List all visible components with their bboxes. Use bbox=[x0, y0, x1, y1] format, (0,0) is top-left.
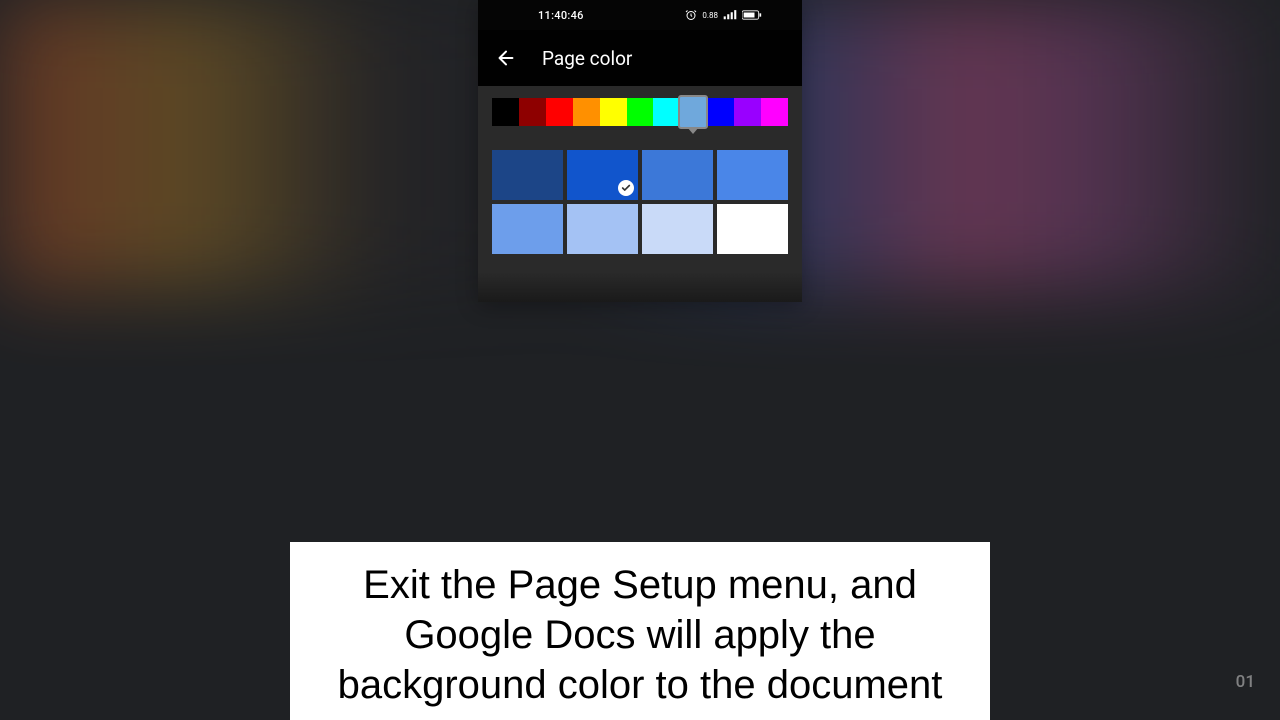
battery-icon bbox=[742, 10, 762, 20]
shade-swatch[interactable] bbox=[492, 204, 563, 254]
network-text: 0.88 bbox=[702, 11, 718, 20]
color-strip-swatch[interactable] bbox=[734, 98, 761, 126]
color-strip-swatch[interactable] bbox=[573, 98, 600, 126]
shade-swatch[interactable] bbox=[642, 204, 713, 254]
status-bar: 11:40:46 0.88 bbox=[478, 0, 802, 30]
color-strip-swatch[interactable] bbox=[546, 98, 573, 126]
color-picker bbox=[478, 86, 802, 272]
color-strip-swatch[interactable] bbox=[653, 98, 680, 126]
back-button[interactable] bbox=[494, 46, 518, 70]
checkmark-icon bbox=[618, 180, 634, 196]
shade-swatch[interactable] bbox=[717, 204, 788, 254]
status-indicators: 0.88 bbox=[685, 9, 762, 21]
app-bar: Page color bbox=[478, 30, 802, 86]
color-strip-swatch[interactable] bbox=[519, 98, 546, 126]
color-strip-swatch[interactable] bbox=[707, 98, 734, 126]
caption-text: Exit the Page Setup menu, and Google Doc… bbox=[318, 560, 962, 710]
panel-fade bbox=[478, 272, 802, 302]
shade-swatch[interactable] bbox=[717, 150, 788, 200]
alarm-icon bbox=[685, 9, 697, 21]
shade-grid bbox=[492, 150, 788, 254]
shade-swatch[interactable] bbox=[492, 150, 563, 200]
color-strip-swatch[interactable] bbox=[627, 98, 654, 126]
shade-swatch[interactable] bbox=[642, 150, 713, 200]
color-strip bbox=[492, 98, 788, 126]
phone-panel: 11:40:46 0.88 Page color bbox=[478, 0, 802, 302]
page-title: Page color bbox=[542, 47, 632, 70]
arrow-left-icon bbox=[495, 47, 517, 69]
corner-timestamp: 01 bbox=[1236, 672, 1255, 692]
signal-icon bbox=[723, 10, 737, 20]
status-time: 11:40:46 bbox=[538, 9, 584, 22]
color-strip-swatch[interactable] bbox=[680, 98, 707, 126]
caption-box: Exit the Page Setup menu, and Google Doc… bbox=[290, 542, 990, 720]
color-strip-swatch[interactable] bbox=[761, 98, 788, 126]
color-strip-swatch[interactable] bbox=[492, 98, 519, 126]
shade-swatch[interactable] bbox=[567, 204, 638, 254]
shade-swatch[interactable] bbox=[567, 150, 638, 200]
color-strip-swatch[interactable] bbox=[600, 98, 627, 126]
